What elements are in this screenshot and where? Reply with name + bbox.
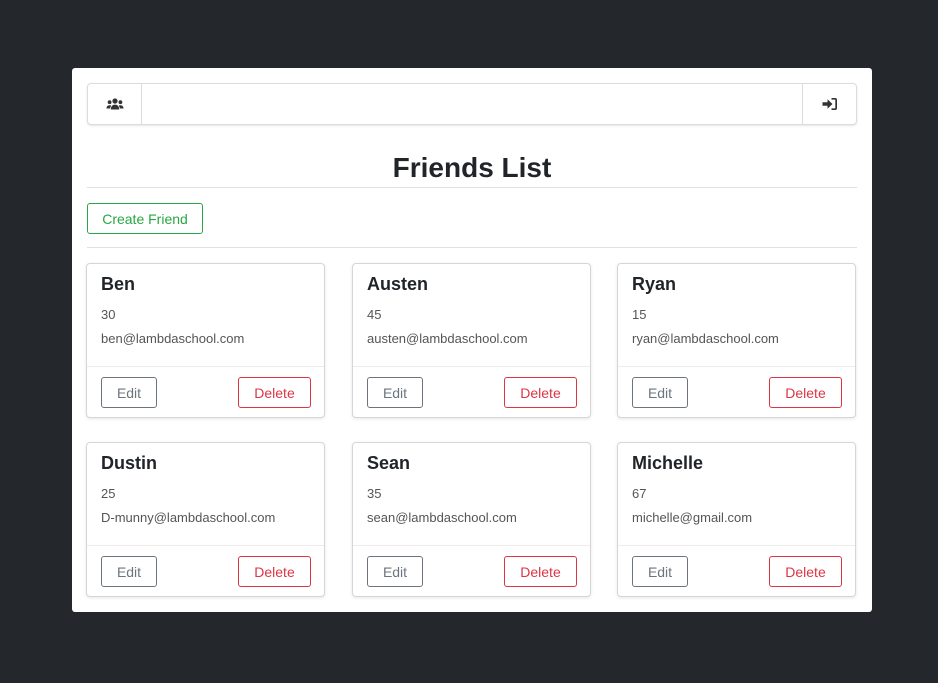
- create-friend-button[interactable]: Create Friend: [87, 203, 203, 234]
- card-footer-divider: [87, 545, 324, 546]
- delete-button[interactable]: Delete: [238, 556, 311, 587]
- main-panel: Friends List Create Friend Ben 30 ben@la…: [72, 68, 872, 612]
- login-nav-button[interactable]: [802, 84, 856, 124]
- edit-button[interactable]: Edit: [632, 556, 688, 587]
- edit-button[interactable]: Edit: [101, 377, 157, 408]
- delete-button[interactable]: Delete: [504, 556, 577, 587]
- title-divider: [87, 187, 857, 188]
- friend-age: 25: [101, 486, 116, 501]
- users-icon: [106, 97, 124, 111]
- delete-button[interactable]: Delete: [769, 556, 842, 587]
- friend-card: Sean 35 sean@lambdaschool.com Edit Delet…: [352, 442, 591, 597]
- friend-name: Ben: [101, 274, 136, 294]
- edit-button[interactable]: Edit: [367, 377, 423, 408]
- friend-email: D-munny@lambdaschool.com: [101, 510, 276, 525]
- delete-button[interactable]: Delete: [769, 377, 842, 408]
- card-footer-divider: [353, 545, 590, 546]
- edit-button[interactable]: Edit: [367, 556, 423, 587]
- navbar: [87, 83, 857, 125]
- card-footer-divider: [618, 366, 855, 367]
- delete-button[interactable]: Delete: [504, 377, 577, 408]
- friend-card: Austen 45 austen@lambdaschool.com Edit D…: [352, 263, 591, 418]
- page-title: Friends List: [392, 152, 552, 183]
- friends-nav-button[interactable]: [88, 84, 142, 124]
- friend-age: 45: [367, 307, 382, 322]
- friend-age: 15: [632, 307, 647, 322]
- card-footer-divider: [353, 366, 590, 367]
- friend-name: Sean: [367, 453, 411, 473]
- friend-email: ben@lambdaschool.com: [101, 331, 245, 346]
- toolbar-divider: [87, 247, 857, 248]
- friend-age: 35: [367, 486, 382, 501]
- sign-in-icon: [822, 97, 838, 111]
- delete-button[interactable]: Delete: [238, 377, 311, 408]
- friend-card: Dustin 25 D-munny@lambdaschool.com Edit …: [86, 442, 325, 597]
- friend-age: 67: [632, 486, 647, 501]
- edit-button[interactable]: Edit: [101, 556, 157, 587]
- friend-name: Dustin: [101, 453, 157, 473]
- card-footer-divider: [87, 366, 324, 367]
- friend-name: Austen: [367, 274, 429, 294]
- friend-name: Michelle: [632, 453, 704, 473]
- friend-email: michelle@gmail.com: [632, 510, 753, 525]
- friend-email: sean@lambdaschool.com: [367, 510, 517, 525]
- card-footer-divider: [618, 545, 855, 546]
- friend-email: ryan@lambdaschool.com: [632, 331, 779, 346]
- edit-button[interactable]: Edit: [632, 377, 688, 408]
- friend-name: Ryan: [632, 274, 677, 294]
- friend-email: austen@lambdaschool.com: [367, 331, 528, 346]
- friend-age: 30: [101, 307, 116, 322]
- friend-card: Ben 30 ben@lambdaschool.com Edit Delete: [86, 263, 325, 418]
- friend-card: Ryan 15 ryan@lambdaschool.com Edit Delet…: [617, 263, 856, 418]
- friend-card: Michelle 67 michelle@gmail.com Edit Dele…: [617, 442, 856, 597]
